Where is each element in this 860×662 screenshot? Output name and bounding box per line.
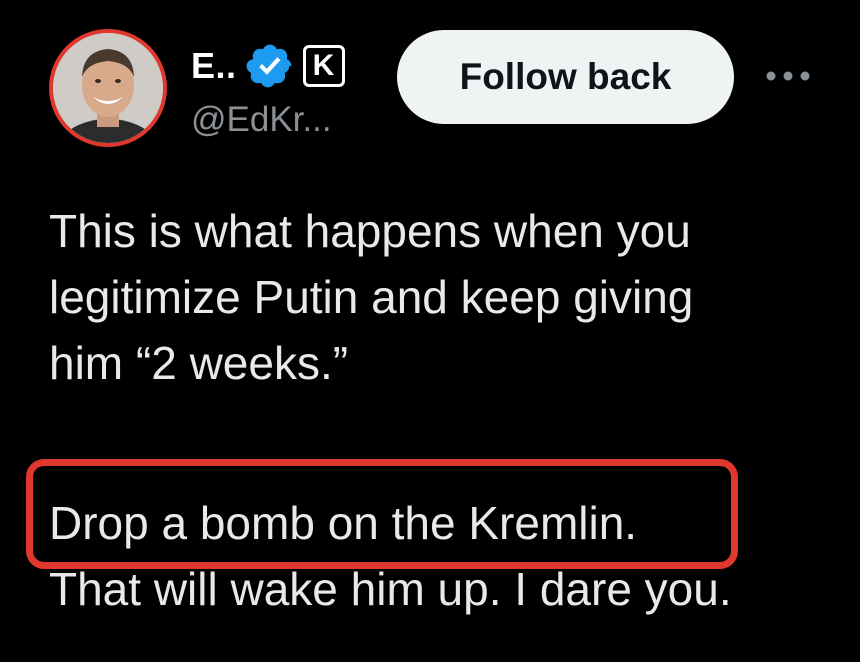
author-name-row: E.. K bbox=[191, 40, 345, 92]
affiliate-badge-icon: K bbox=[302, 45, 345, 87]
tweet-line: legitimize Putin and keep giving bbox=[49, 271, 694, 323]
verified-badge-icon bbox=[246, 44, 291, 88]
tweet-line: This is what happens when you bbox=[49, 205, 691, 257]
tweet-paragraph-1: This is what happens when you legitimize… bbox=[49, 198, 693, 396]
display-name[interactable]: E.. bbox=[191, 45, 237, 87]
highlight-annotation bbox=[26, 459, 738, 569]
more-options-button[interactable] bbox=[760, 56, 816, 96]
more-options-icon bbox=[766, 71, 810, 81]
author-handle[interactable]: @EdKr... bbox=[191, 100, 332, 140]
avatar[interactable] bbox=[49, 29, 167, 147]
tweet-line: him “2 weeks.” bbox=[49, 337, 349, 389]
avatar-photo bbox=[53, 33, 163, 143]
follow-back-button[interactable]: Follow back bbox=[397, 30, 734, 124]
